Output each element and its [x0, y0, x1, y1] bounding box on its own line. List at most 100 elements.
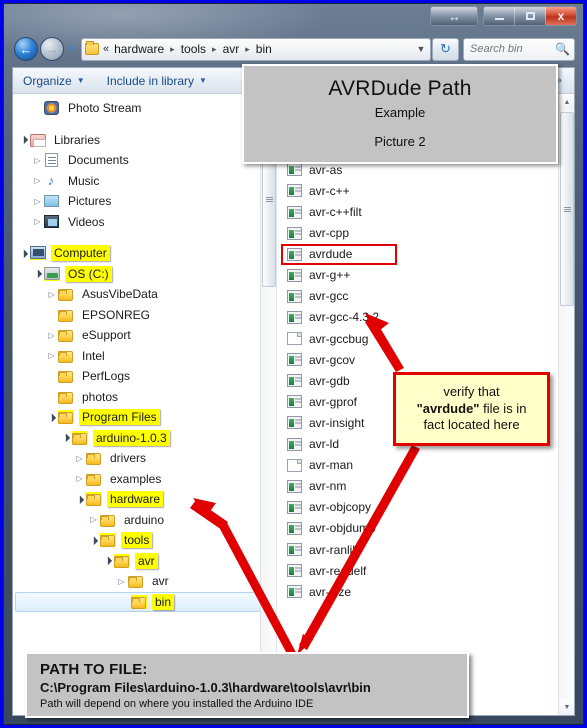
breadcrumb-overflow[interactable]: « [103, 43, 109, 55]
nav-pane-scrollbar[interactable]: ▲ ▼ [260, 94, 276, 715]
tree-item-perflogs[interactable]: PerfLogs [13, 366, 276, 387]
minimize-button[interactable] [484, 7, 515, 25]
tree-item-os-c[interactable]: ◢ OS (C:) [13, 264, 276, 285]
folder-icon [100, 533, 116, 548]
title-bar: ↔ x [4, 4, 583, 30]
file-row[interactable]: avr-c++filt [277, 201, 574, 222]
tree-item-esupport[interactable]: ▷ eSupport [13, 325, 276, 346]
restore-arrows-button[interactable]: ↔ [431, 7, 477, 25]
expander-open-icon[interactable]: ◢ [44, 409, 60, 425]
search-input[interactable] [468, 42, 554, 56]
file-name: avr-gccbug [309, 331, 369, 346]
tree-item-examples[interactable]: ▷ examples [13, 469, 276, 490]
expander-closed-icon[interactable]: ▷ [31, 176, 44, 185]
overlay-picture-number: Picture 2 [374, 134, 426, 149]
tree-item-arduino-1-0-3[interactable]: ◢ arduino-1.0.3 [13, 428, 276, 449]
tree-item-libraries[interactable]: ◢ Libraries [13, 130, 276, 151]
tree-item-program-files[interactable]: ◢ Program Files [13, 407, 276, 428]
file-row[interactable]: avr-nm [277, 476, 574, 497]
tree-item-asusvibedata[interactable]: ▷ AsusVibeData [13, 284, 276, 305]
tree-item-avr[interactable]: ▷ avr [13, 571, 276, 592]
tree-item-tools[interactable]: ◢ tools [13, 530, 276, 551]
file-scroll-thumb[interactable] [560, 112, 574, 306]
breadcrumb-item-hardware[interactable]: hardware [112, 41, 166, 57]
tree-item-hardware[interactable]: ◢ hardware [13, 489, 276, 510]
expander-closed-icon[interactable]: ▷ [87, 515, 100, 524]
address-dropdown-icon[interactable]: ▼ [412, 44, 430, 54]
expander-open-icon[interactable]: ◢ [16, 132, 32, 148]
window-controls-group[interactable]: x [483, 6, 577, 26]
pictures-icon-glyph [44, 195, 59, 208]
libraries-icon-glyph [30, 133, 46, 147]
tree-item-photo-stream[interactable]: Photo Stream [13, 98, 276, 119]
file-row[interactable]: avr-man [277, 455, 574, 476]
expander-open-icon[interactable]: ◢ [86, 532, 102, 548]
file-name: avr-ld [309, 437, 340, 452]
file-row[interactable]: avr-gcc [277, 286, 574, 307]
expander-open-icon[interactable]: ◢ [72, 491, 88, 507]
scroll-up-arrow-icon[interactable]: ▲ [559, 94, 574, 110]
grip-icon [265, 197, 273, 202]
file-row[interactable]: avr-c++ [277, 180, 574, 201]
file-row[interactable]: avr-objcopy [277, 497, 574, 518]
breadcrumb-item-bin[interactable]: bin [254, 41, 274, 57]
window-resize-group[interactable]: ↔ [430, 6, 478, 26]
tree-item-videos[interactable]: ▷ Videos [13, 212, 276, 233]
file-row[interactable]: avr-readelf [277, 560, 574, 581]
maximize-button[interactable] [515, 7, 546, 25]
expander-closed-icon[interactable]: ▷ [31, 156, 44, 165]
path-note: Path will depend on where you installed … [40, 698, 314, 710]
expander-closed-icon[interactable]: ▷ [73, 454, 86, 463]
scroll-down-arrow-icon[interactable]: ▼ [559, 699, 574, 715]
expander-closed-icon[interactable]: ▷ [73, 474, 86, 483]
file-row[interactable]: avr-size [277, 581, 574, 602]
refresh-button[interactable]: ↻ [432, 37, 459, 61]
expander-closed-icon[interactable]: ▷ [45, 331, 58, 340]
include-in-library-button[interactable]: Include in library ▼ [107, 74, 207, 88]
forward-button[interactable]: → [40, 37, 64, 61]
tree-item-documents[interactable]: ▷ Documents [13, 150, 276, 171]
expander-closed-icon[interactable]: ▷ [31, 197, 44, 206]
file-list-scrollbar[interactable]: ▲ ▼ [558, 94, 574, 715]
close-button[interactable]: x [546, 7, 576, 25]
back-button[interactable]: ← [14, 37, 38, 61]
expander-open-icon[interactable]: ◢ [30, 266, 46, 282]
expander-open-icon[interactable]: ◢ [100, 553, 116, 569]
expander-closed-icon[interactable]: ▷ [45, 351, 58, 360]
expander-closed-icon[interactable]: ▷ [31, 217, 44, 226]
file-row[interactable]: avr-gccbug [277, 328, 574, 349]
folder-icon-glyph [128, 576, 143, 589]
file-row[interactable]: avr-cpp [277, 223, 574, 244]
expander-closed-icon[interactable]: ▷ [45, 290, 58, 299]
tree-item-bin[interactable]: bin [15, 591, 273, 612]
expander-closed-icon[interactable]: ▷ [115, 577, 128, 586]
tree-item-pictures[interactable]: ▷ Pictures [13, 191, 276, 212]
folder-icon-glyph [100, 535, 115, 548]
file-row[interactable]: avrdude [277, 243, 574, 265]
file-row[interactable]: avr-gcov [277, 349, 574, 370]
file-row[interactable]: avr-g++ [277, 265, 574, 286]
recent-pages-button[interactable]: ▼ [65, 44, 78, 54]
search-box[interactable]: 🔍 [463, 37, 575, 61]
folder-icon [58, 328, 74, 343]
file-row[interactable]: avr-gcc-4.3.2 [277, 307, 574, 328]
minimize-icon [494, 17, 504, 20]
folder-icon [58, 308, 74, 322]
address-breadcrumb-bar[interactable]: « hardware ▸ tools ▸ avr ▸ bin ▼ [81, 37, 431, 61]
tree-item-intel[interactable]: ▷ Intel [13, 346, 276, 367]
breadcrumb-item-avr[interactable]: avr [221, 41, 242, 57]
tree-item-drivers[interactable]: ▷ drivers [13, 448, 276, 469]
file-row[interactable]: avr-ranlib [277, 539, 574, 560]
organize-button[interactable]: Organize ▼ [23, 74, 85, 88]
tree-item-epsonreg[interactable]: EPSONREG [13, 305, 276, 326]
tree-item-avr[interactable]: ◢ avr [13, 551, 276, 572]
tree-item-computer[interactable]: ◢ Computer [13, 243, 276, 264]
expander-open-icon[interactable]: ◢ [58, 430, 74, 446]
tree-item-music[interactable]: ▷ ♪ Music [13, 171, 276, 192]
expander-open-icon[interactable]: ◢ [16, 245, 32, 261]
breadcrumb-item-tools[interactable]: tools [179, 41, 208, 57]
file-row[interactable]: avr-objdump [277, 518, 574, 539]
tree-item-arduino[interactable]: ▷ arduino [13, 510, 276, 531]
tree-item-photos[interactable]: photos [13, 387, 276, 408]
navigation-pane: Photo Stream ◢ Libraries ▷ Documents ▷ ♪ Music ▷… [13, 94, 277, 715]
